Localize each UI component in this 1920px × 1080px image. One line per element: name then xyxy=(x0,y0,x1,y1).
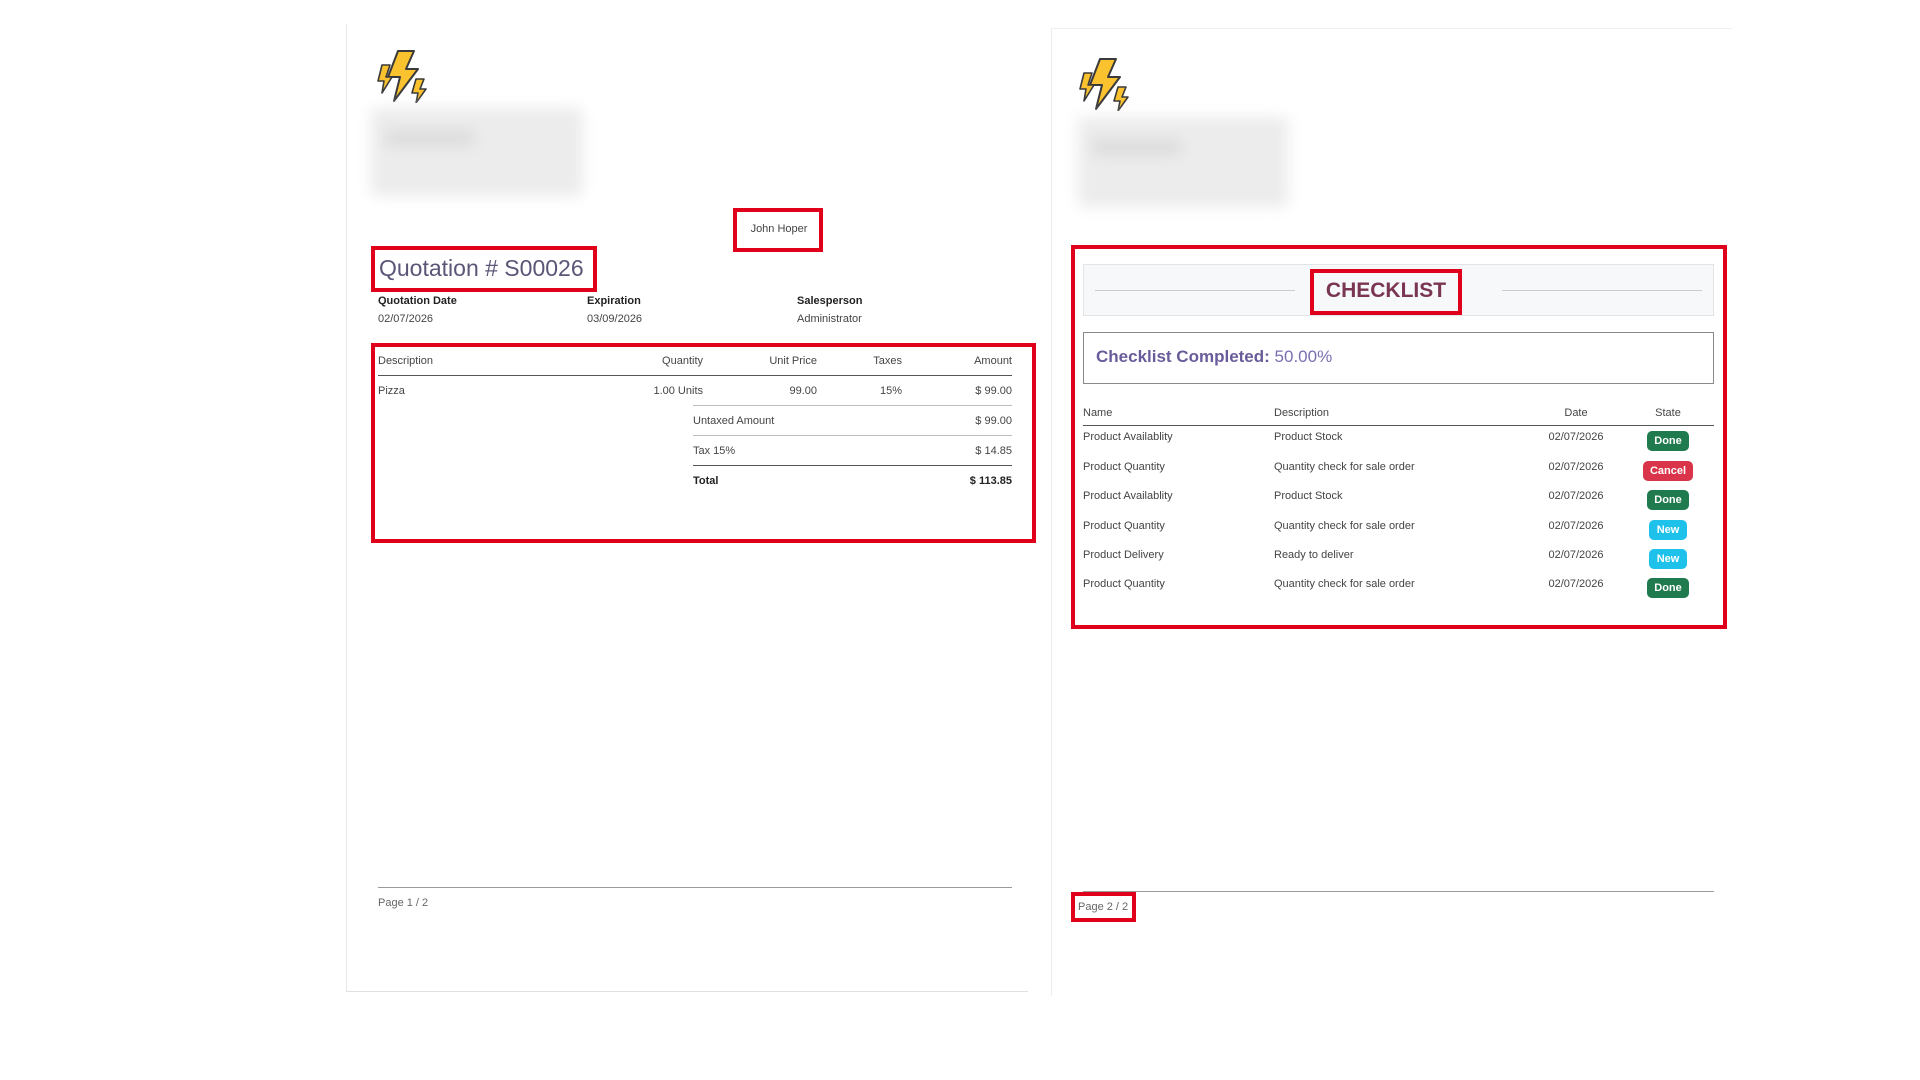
col-quantity-header: Quantity xyxy=(662,355,703,367)
row-description: Quantity check for sale order xyxy=(1274,578,1415,590)
customer-name: John Hoper xyxy=(750,223,808,235)
report-preview-canvas: John Hoper Quotation # S00026 Quotation … xyxy=(0,0,1920,1080)
checklist-header-line-left xyxy=(1095,290,1295,291)
order-lines-highlight-box xyxy=(371,343,1036,543)
row-name: Product Availablity xyxy=(1083,431,1173,443)
page-number: Page 1 / 2 xyxy=(378,897,429,909)
col-amount-header: Amount xyxy=(974,355,1012,367)
col-description-header: Description xyxy=(378,355,434,367)
row-date: 02/07/2026 xyxy=(1548,549,1604,561)
checklist-page: CHECKLIST Checklist Completed: 50.00% Na… xyxy=(1051,28,1732,996)
col-description-header: Description xyxy=(1274,407,1330,419)
completion-label: Checklist Completed: xyxy=(1096,347,1270,366)
row-name: Product Availablity xyxy=(1083,490,1173,502)
line-description: Pizza xyxy=(378,385,405,397)
row-description: Product Stock xyxy=(1274,431,1343,443)
checklist-title: CHECKLIST xyxy=(1325,279,1447,302)
quotation-title: Quotation # S00026 xyxy=(379,255,584,281)
line-quantity: 1.00 Units xyxy=(653,385,703,397)
row-date: 02/07/2026 xyxy=(1548,520,1604,532)
checklist-header-divider xyxy=(1083,425,1714,426)
row-date: 02/07/2026 xyxy=(1548,578,1604,590)
salesperson-label: Salesperson xyxy=(797,295,863,307)
company-address-redacted xyxy=(371,108,583,196)
row-description: Quantity check for sale order xyxy=(1274,461,1415,473)
tax-label: Tax 15% xyxy=(693,445,736,457)
salesperson-value: Administrator xyxy=(797,313,862,325)
col-unit-price-header: Unit Price xyxy=(769,355,817,367)
row-description: Product Stock xyxy=(1274,490,1343,502)
col-date-header: Date xyxy=(1564,407,1588,419)
expiration-label: Expiration xyxy=(587,295,641,307)
status-badge: Cancel xyxy=(1643,461,1693,481)
lightning-logo-icon xyxy=(1079,58,1129,111)
row-date: 02/07/2026 xyxy=(1548,461,1604,473)
status-badge: Done xyxy=(1647,490,1689,510)
footer-divider xyxy=(1083,891,1714,892)
row-description: Quantity check for sale order xyxy=(1274,520,1415,532)
completion-percent: 50.00% xyxy=(1274,347,1333,366)
company-address-redacted xyxy=(1078,117,1288,207)
table-header-divider xyxy=(378,375,1012,376)
col-state-header: State xyxy=(1655,407,1681,419)
untaxed-amount-value: $ 99.00 xyxy=(975,415,1012,427)
totals-divider-top xyxy=(693,405,1012,406)
untaxed-amount-label: Untaxed Amount xyxy=(693,415,775,427)
row-name: Product Quantity xyxy=(1083,520,1165,532)
row-name: Product Quantity xyxy=(1083,461,1165,473)
col-taxes-header: Taxes xyxy=(873,355,902,367)
status-badge: Done xyxy=(1647,431,1689,451)
total-label: Total xyxy=(693,475,719,487)
total-value: $ 113.85 xyxy=(969,475,1012,487)
row-name: Product Quantity xyxy=(1083,578,1165,590)
page-number: Page 2 / 2 xyxy=(1078,901,1129,913)
quotation-date-value: 02/07/2026 xyxy=(378,313,434,325)
footer-divider xyxy=(378,887,1012,888)
status-badge: Done xyxy=(1647,578,1689,598)
tax-value: $ 14.85 xyxy=(975,445,1012,457)
checklist-header-line-right xyxy=(1502,290,1702,291)
checklist-completion-text: Checklist Completed: 50.00% xyxy=(1096,347,1332,367)
expiration-value: 03/09/2026 xyxy=(587,313,643,325)
totals-divider-middle xyxy=(693,435,1012,436)
row-description: Ready to deliver xyxy=(1274,549,1354,561)
quotation-date-label: Quotation Date xyxy=(378,295,457,307)
total-divider xyxy=(693,465,1012,466)
line-amount: $ 99.00 xyxy=(975,385,1012,397)
status-badge: New xyxy=(1649,549,1687,569)
line-taxes: 15% xyxy=(879,385,902,397)
line-unit-price: 99.00 xyxy=(789,385,817,397)
row-date: 02/07/2026 xyxy=(1548,431,1604,443)
status-badge: New xyxy=(1649,520,1687,540)
col-name-header: Name xyxy=(1083,407,1113,419)
row-name: Product Delivery xyxy=(1083,549,1164,561)
row-date: 02/07/2026 xyxy=(1548,490,1604,502)
lightning-logo-icon xyxy=(377,50,427,103)
quotation-page: John Hoper Quotation # S00026 Quotation … xyxy=(346,24,1036,992)
